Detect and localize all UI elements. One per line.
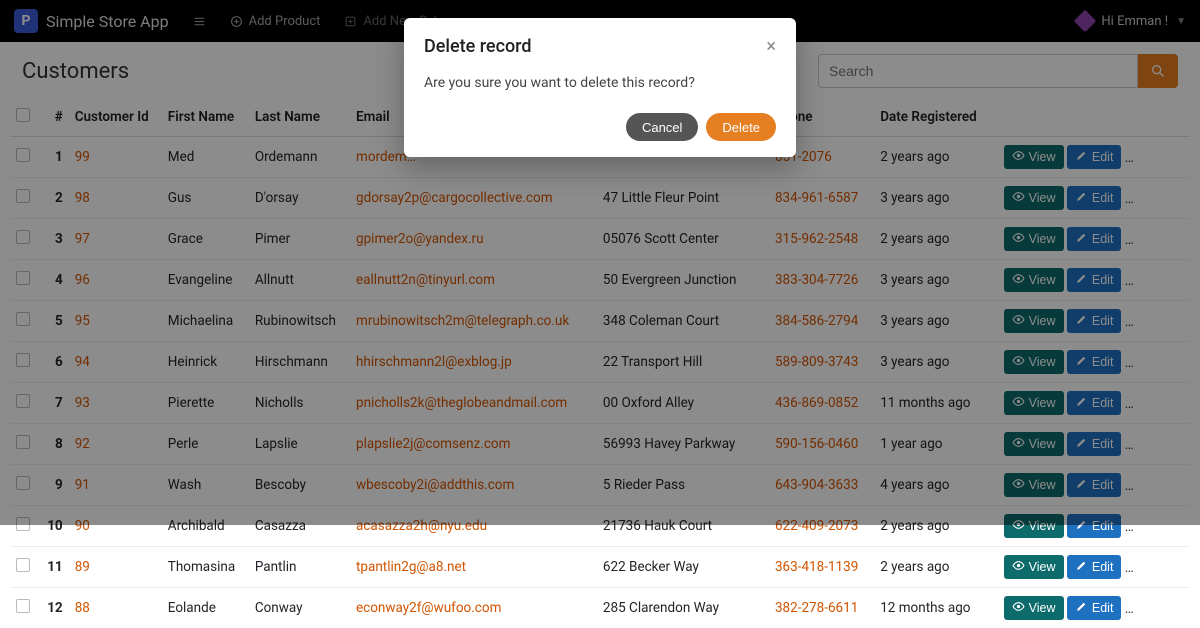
address: 622 Becker Way bbox=[597, 547, 769, 588]
date-registered: 2 years ago bbox=[874, 547, 997, 588]
row-number: 12 bbox=[38, 588, 68, 628]
view-button[interactable]: View bbox=[1004, 596, 1064, 620]
pencil-icon bbox=[1075, 600, 1088, 616]
close-icon bbox=[1133, 559, 1146, 575]
view-button[interactable]: View bbox=[1004, 555, 1064, 579]
delete-button[interactable]: Delete bbox=[1125, 596, 1190, 620]
address: 285 Clarendon Way bbox=[597, 588, 769, 628]
email-link[interactable]: econway2f@wufoo.com bbox=[356, 600, 501, 616]
edit-button[interactable]: Edit bbox=[1067, 555, 1122, 579]
phone-link[interactable]: 382-278-6611 bbox=[775, 600, 858, 616]
modal-body: Are you sure you want to delete this rec… bbox=[424, 57, 776, 113]
close-icon bbox=[1133, 600, 1146, 616]
eye-icon bbox=[1012, 559, 1025, 575]
table-row: 12 88 EolandeConway econway2f@wufoo.com 285 … bbox=[10, 588, 1190, 628]
phone-link[interactable]: 363-418-1139 bbox=[775, 559, 858, 575]
delete-button[interactable]: Delete bbox=[1125, 555, 1190, 579]
modal-overlay[interactable]: Delete record × Are you sure you want to… bbox=[0, 0, 1200, 525]
row-checkbox[interactable] bbox=[16, 558, 30, 572]
row-checkbox[interactable] bbox=[16, 599, 30, 613]
edit-button[interactable]: Edit bbox=[1067, 596, 1122, 620]
confirm-delete-button[interactable]: Delete bbox=[706, 113, 776, 141]
date-registered: 12 months ago bbox=[874, 588, 997, 628]
eye-icon bbox=[1012, 600, 1025, 616]
email-link[interactable]: tpantlin2g@a8.net bbox=[356, 559, 466, 575]
pencil-icon bbox=[1075, 559, 1088, 575]
delete-modal: Delete record × Are you sure you want to… bbox=[404, 18, 796, 157]
customer-id-link[interactable]: 88 bbox=[75, 600, 90, 616]
modal-close-button[interactable]: × bbox=[766, 38, 776, 56]
modal-title: Delete record bbox=[424, 36, 766, 57]
first-name: Eolande bbox=[162, 588, 249, 628]
first-name: Thomasina bbox=[162, 547, 249, 588]
customer-id-link[interactable]: 89 bbox=[75, 559, 90, 575]
cancel-button[interactable]: Cancel bbox=[626, 113, 698, 141]
last-name: Conway bbox=[249, 588, 350, 628]
last-name: Pantlin bbox=[249, 547, 350, 588]
table-row: 11 89 ThomasinaPantlin tpantlin2g@a8.net 622… bbox=[10, 547, 1190, 588]
row-number: 11 bbox=[38, 547, 68, 588]
